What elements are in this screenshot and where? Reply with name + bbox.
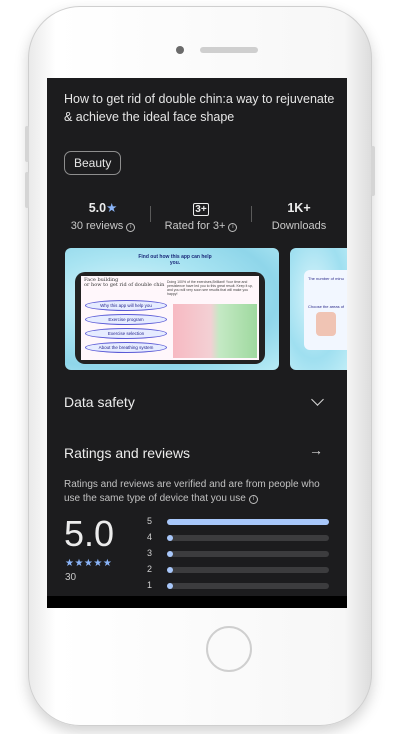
rating-bar-label: 4 [147, 532, 153, 542]
stat-divider [150, 206, 151, 222]
data-safety-heading[interactable]: Data safety [64, 394, 135, 410]
rating-bar-label: 1 [147, 580, 153, 590]
ratings-reviews-heading[interactable]: Ratings and reviews [64, 445, 190, 461]
average-rating: 5.0 [64, 513, 115, 554]
rating-bar-fill [167, 567, 173, 573]
downloads-stat: 1K+ Downloads [261, 200, 337, 233]
volume-up-button [25, 126, 29, 162]
screenshot-menu-item: Exercise program [85, 314, 167, 325]
home-button[interactable] [206, 626, 252, 672]
screenshot-menu-item: Why this app will help you [85, 300, 167, 311]
rating-bar-row: 5 [147, 515, 329, 529]
rating-bar-fill [167, 583, 173, 589]
rating-bar-fill [167, 551, 173, 557]
system-nav-bar [47, 596, 347, 608]
ratings-description: Ratings and reviews are verified and are… [64, 478, 336, 506]
app-screenshot-2[interactable]: The number of minu Choose the areas of [290, 248, 347, 370]
screenshot-header: Find out how this app can help you. [138, 254, 212, 266]
chevron-down-icon[interactable] [311, 393, 324, 406]
category-chip[interactable]: Beauty [64, 151, 122, 175]
screenshot-device: Face building or how to get rid of doubl… [75, 272, 265, 364]
rating-bar-fill [167, 519, 329, 525]
screenshot-menu-item: Exercise selection [85, 328, 167, 339]
rating-bar-label: 2 [147, 564, 153, 574]
rating-stat[interactable]: 5.0★ 30 reviews i [65, 200, 141, 233]
rating-bar-row: 2 [147, 563, 329, 577]
app-screenshot-1[interactable]: Find out how this app can help you. Face… [65, 248, 279, 370]
rating-value: 5.0 [88, 201, 107, 215]
face-illustration: Doing 100% of the exercises,Brilliant! Y… [167, 280, 257, 358]
portrait-thumbnail [316, 312, 336, 336]
earpiece-speaker [200, 47, 258, 53]
screenshot-blurb: Doing 100% of the exercises,Brilliant! Y… [167, 280, 254, 296]
screenshot-line: Choose the areas of [308, 304, 345, 309]
star-icon: ★ [106, 201, 118, 215]
volume-down-button [25, 172, 29, 208]
rating-bar-label: 5 [147, 516, 153, 526]
ratings-description-text: Ratings and reviews are verified and are… [64, 479, 320, 504]
star-rating: ★★★★★ [65, 558, 113, 569]
info-icon[interactable]: i [248, 495, 258, 504]
info-icon: i [126, 223, 136, 232]
arrow-right-icon[interactable]: → [309, 442, 323, 458]
downloads-value: 1K+ [287, 201, 311, 215]
app-title: How to get rid of double chin:a way to r… [64, 92, 335, 124]
rating-bar-fill [167, 535, 173, 541]
rating-bar-label: 3 [147, 548, 153, 558]
stat-divider [251, 206, 252, 222]
power-button [371, 146, 375, 196]
front-camera [176, 46, 184, 54]
rating-bar-track [167, 519, 329, 525]
content-rating-stat[interactable]: 3+ Rated for 3+ i [159, 200, 243, 233]
screenshot-content: The number of minu Choose the areas of [304, 270, 347, 350]
rating-bar-track [167, 567, 329, 573]
rating-bar-row: 4 [147, 531, 329, 545]
rating-bar-track [167, 535, 329, 541]
content-rating-label: Rated for 3+ [164, 220, 226, 232]
phone-screen: How to get rid of double chin:a way to r… [47, 78, 347, 608]
content-rating-badge: 3+ [193, 203, 209, 216]
screenshot-menu-title: Face building or how to get rid of doubl… [84, 277, 165, 288]
screenshot-content: Face building or how to get rid of doubl… [81, 276, 259, 360]
reviews-label: 30 reviews [70, 220, 124, 232]
rating-bar-track [167, 551, 329, 557]
rating-bar-row: 1 [147, 579, 329, 593]
rating-count: 30 [65, 572, 77, 583]
rating-bar-row: 3 [147, 547, 329, 561]
downloads-label: Downloads [271, 220, 327, 232]
screenshot-line: The number of minu [308, 276, 344, 281]
app-details-page: How to get rid of double chin:a way to r… [47, 78, 347, 596]
screenshot-menu-item: About the breathing system [85, 342, 167, 353]
rating-bar-track [167, 583, 329, 589]
info-icon: i [228, 223, 238, 232]
